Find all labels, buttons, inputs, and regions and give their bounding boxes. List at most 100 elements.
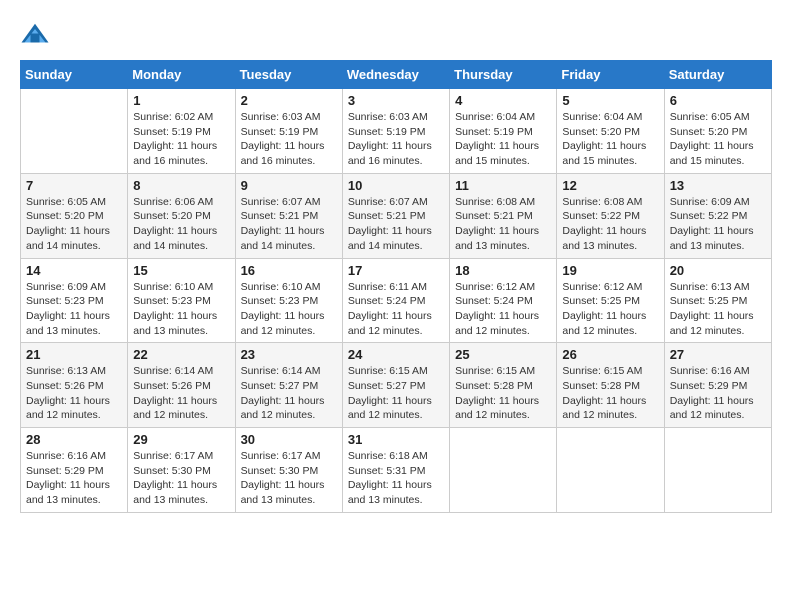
calendar-cell: 29 Sunrise: 6:17 AMSunset: 5:30 PMDaylig…	[128, 428, 235, 513]
calendar-cell: 12 Sunrise: 6:08 AMSunset: 5:22 PMDaylig…	[557, 173, 664, 258]
calendar-week-row: 1 Sunrise: 6:02 AMSunset: 5:19 PMDayligh…	[21, 89, 772, 174]
day-number: 17	[348, 263, 444, 278]
calendar-cell: 20 Sunrise: 6:13 AMSunset: 5:25 PMDaylig…	[664, 258, 771, 343]
day-info: Sunrise: 6:08 AMSunset: 5:21 PMDaylight:…	[455, 196, 539, 252]
day-number: 4	[455, 93, 551, 108]
day-info: Sunrise: 6:12 AMSunset: 5:24 PMDaylight:…	[455, 281, 539, 337]
day-info: Sunrise: 6:02 AMSunset: 5:19 PMDaylight:…	[133, 111, 217, 167]
day-info: Sunrise: 6:15 AMSunset: 5:28 PMDaylight:…	[455, 365, 539, 421]
day-number: 12	[562, 178, 658, 193]
day-info: Sunrise: 6:14 AMSunset: 5:26 PMDaylight:…	[133, 365, 217, 421]
calendar-header-friday: Friday	[557, 61, 664, 89]
calendar-cell: 7 Sunrise: 6:05 AMSunset: 5:20 PMDayligh…	[21, 173, 128, 258]
calendar-header-thursday: Thursday	[450, 61, 557, 89]
calendar-table: SundayMondayTuesdayWednesdayThursdayFrid…	[20, 60, 772, 513]
day-number: 13	[670, 178, 766, 193]
day-info: Sunrise: 6:17 AMSunset: 5:30 PMDaylight:…	[241, 450, 325, 506]
calendar-cell: 8 Sunrise: 6:06 AMSunset: 5:20 PMDayligh…	[128, 173, 235, 258]
day-number: 1	[133, 93, 229, 108]
calendar-week-row: 7 Sunrise: 6:05 AMSunset: 5:20 PMDayligh…	[21, 173, 772, 258]
day-number: 20	[670, 263, 766, 278]
calendar-week-row: 28 Sunrise: 6:16 AMSunset: 5:29 PMDaylig…	[21, 428, 772, 513]
day-number: 10	[348, 178, 444, 193]
calendar-header-sunday: Sunday	[21, 61, 128, 89]
day-number: 25	[455, 347, 551, 362]
day-number: 8	[133, 178, 229, 193]
day-number: 29	[133, 432, 229, 447]
calendar-week-row: 21 Sunrise: 6:13 AMSunset: 5:26 PMDaylig…	[21, 343, 772, 428]
day-number: 18	[455, 263, 551, 278]
calendar-cell: 18 Sunrise: 6:12 AMSunset: 5:24 PMDaylig…	[450, 258, 557, 343]
calendar-cell: 22 Sunrise: 6:14 AMSunset: 5:26 PMDaylig…	[128, 343, 235, 428]
day-number: 23	[241, 347, 337, 362]
day-info: Sunrise: 6:09 AMSunset: 5:23 PMDaylight:…	[26, 281, 110, 337]
day-number: 22	[133, 347, 229, 362]
day-number: 19	[562, 263, 658, 278]
day-info: Sunrise: 6:08 AMSunset: 5:22 PMDaylight:…	[562, 196, 646, 252]
day-number: 30	[241, 432, 337, 447]
day-number: 31	[348, 432, 444, 447]
day-info: Sunrise: 6:18 AMSunset: 5:31 PMDaylight:…	[348, 450, 432, 506]
calendar-cell: 24 Sunrise: 6:15 AMSunset: 5:27 PMDaylig…	[342, 343, 449, 428]
day-info: Sunrise: 6:10 AMSunset: 5:23 PMDaylight:…	[133, 281, 217, 337]
calendar-cell: 16 Sunrise: 6:10 AMSunset: 5:23 PMDaylig…	[235, 258, 342, 343]
calendar-week-row: 14 Sunrise: 6:09 AMSunset: 5:23 PMDaylig…	[21, 258, 772, 343]
day-info: Sunrise: 6:15 AMSunset: 5:28 PMDaylight:…	[562, 365, 646, 421]
calendar-cell	[664, 428, 771, 513]
calendar-header-row: SundayMondayTuesdayWednesdayThursdayFrid…	[21, 61, 772, 89]
day-info: Sunrise: 6:04 AMSunset: 5:19 PMDaylight:…	[455, 111, 539, 167]
day-info: Sunrise: 6:10 AMSunset: 5:23 PMDaylight:…	[241, 281, 325, 337]
day-number: 3	[348, 93, 444, 108]
day-info: Sunrise: 6:17 AMSunset: 5:30 PMDaylight:…	[133, 450, 217, 506]
day-number: 27	[670, 347, 766, 362]
calendar-cell: 5 Sunrise: 6:04 AMSunset: 5:20 PMDayligh…	[557, 89, 664, 174]
day-info: Sunrise: 6:09 AMSunset: 5:22 PMDaylight:…	[670, 196, 754, 252]
day-number: 7	[26, 178, 122, 193]
calendar-cell: 9 Sunrise: 6:07 AMSunset: 5:21 PMDayligh…	[235, 173, 342, 258]
calendar-header-saturday: Saturday	[664, 61, 771, 89]
day-number: 21	[26, 347, 122, 362]
day-info: Sunrise: 6:04 AMSunset: 5:20 PMDaylight:…	[562, 111, 646, 167]
calendar-cell: 1 Sunrise: 6:02 AMSunset: 5:19 PMDayligh…	[128, 89, 235, 174]
page-header	[20, 20, 772, 50]
calendar-cell: 4 Sunrise: 6:04 AMSunset: 5:19 PMDayligh…	[450, 89, 557, 174]
day-info: Sunrise: 6:13 AMSunset: 5:25 PMDaylight:…	[670, 281, 754, 337]
calendar-cell: 15 Sunrise: 6:10 AMSunset: 5:23 PMDaylig…	[128, 258, 235, 343]
calendar-cell: 11 Sunrise: 6:08 AMSunset: 5:21 PMDaylig…	[450, 173, 557, 258]
calendar-cell	[21, 89, 128, 174]
day-number: 26	[562, 347, 658, 362]
calendar-cell: 30 Sunrise: 6:17 AMSunset: 5:30 PMDaylig…	[235, 428, 342, 513]
day-number: 6	[670, 93, 766, 108]
day-info: Sunrise: 6:12 AMSunset: 5:25 PMDaylight:…	[562, 281, 646, 337]
calendar-cell: 31 Sunrise: 6:18 AMSunset: 5:31 PMDaylig…	[342, 428, 449, 513]
calendar-cell: 3 Sunrise: 6:03 AMSunset: 5:19 PMDayligh…	[342, 89, 449, 174]
day-info: Sunrise: 6:16 AMSunset: 5:29 PMDaylight:…	[670, 365, 754, 421]
calendar-cell: 21 Sunrise: 6:13 AMSunset: 5:26 PMDaylig…	[21, 343, 128, 428]
day-info: Sunrise: 6:05 AMSunset: 5:20 PMDaylight:…	[26, 196, 110, 252]
day-number: 11	[455, 178, 551, 193]
day-info: Sunrise: 6:03 AMSunset: 5:19 PMDaylight:…	[348, 111, 432, 167]
calendar-cell: 23 Sunrise: 6:14 AMSunset: 5:27 PMDaylig…	[235, 343, 342, 428]
calendar-cell	[557, 428, 664, 513]
day-number: 9	[241, 178, 337, 193]
day-info: Sunrise: 6:06 AMSunset: 5:20 PMDaylight:…	[133, 196, 217, 252]
day-number: 16	[241, 263, 337, 278]
calendar-cell: 25 Sunrise: 6:15 AMSunset: 5:28 PMDaylig…	[450, 343, 557, 428]
calendar-cell: 17 Sunrise: 6:11 AMSunset: 5:24 PMDaylig…	[342, 258, 449, 343]
calendar-cell: 10 Sunrise: 6:07 AMSunset: 5:21 PMDaylig…	[342, 173, 449, 258]
day-info: Sunrise: 6:11 AMSunset: 5:24 PMDaylight:…	[348, 281, 432, 337]
day-info: Sunrise: 6:07 AMSunset: 5:21 PMDaylight:…	[241, 196, 325, 252]
day-number: 15	[133, 263, 229, 278]
calendar-cell	[450, 428, 557, 513]
calendar-cell: 26 Sunrise: 6:15 AMSunset: 5:28 PMDaylig…	[557, 343, 664, 428]
day-number: 2	[241, 93, 337, 108]
day-info: Sunrise: 6:13 AMSunset: 5:26 PMDaylight:…	[26, 365, 110, 421]
logo-icon	[20, 20, 50, 50]
calendar-cell: 27 Sunrise: 6:16 AMSunset: 5:29 PMDaylig…	[664, 343, 771, 428]
calendar-cell: 2 Sunrise: 6:03 AMSunset: 5:19 PMDayligh…	[235, 89, 342, 174]
calendar-cell: 14 Sunrise: 6:09 AMSunset: 5:23 PMDaylig…	[21, 258, 128, 343]
day-info: Sunrise: 6:15 AMSunset: 5:27 PMDaylight:…	[348, 365, 432, 421]
calendar-header-monday: Monday	[128, 61, 235, 89]
calendar-header-tuesday: Tuesday	[235, 61, 342, 89]
day-info: Sunrise: 6:14 AMSunset: 5:27 PMDaylight:…	[241, 365, 325, 421]
